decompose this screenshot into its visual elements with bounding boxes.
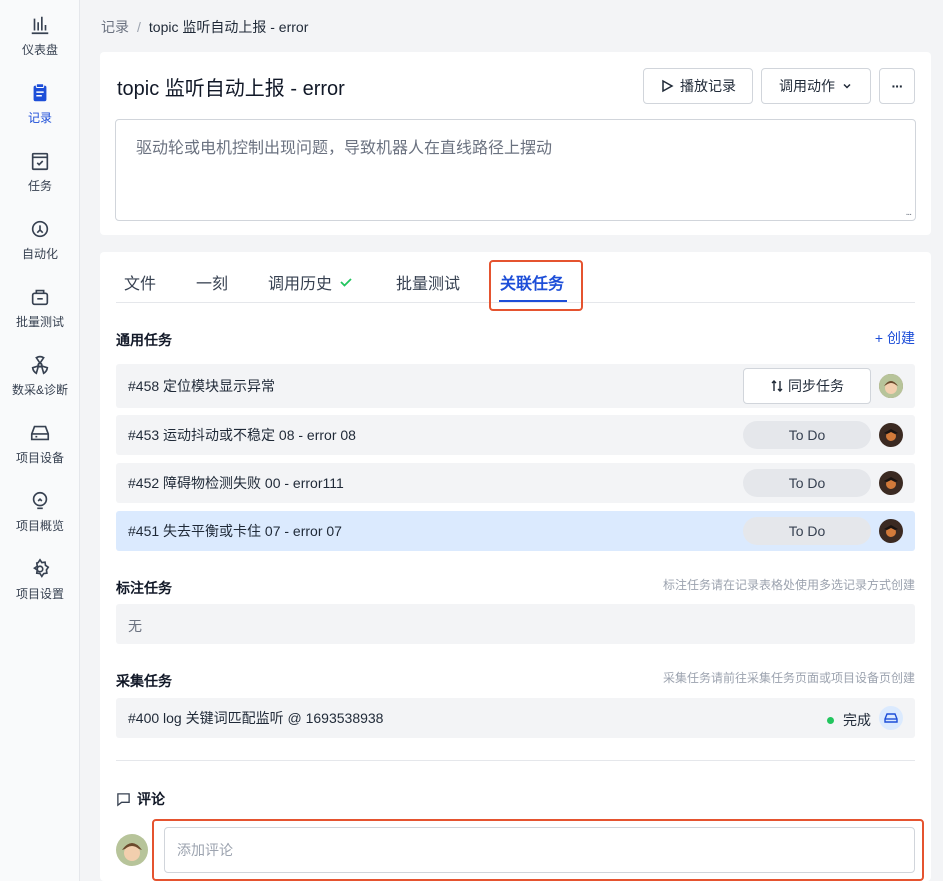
call-action-label: 调用动作 [779, 78, 835, 94]
sidebar-item-automation[interactable]: 自动化 [0, 218, 80, 278]
breadcrumb-current: topic 监听自动上报 - error [148, 19, 309, 35]
check-icon [340, 278, 352, 287]
task-check-icon [31, 152, 49, 171]
sidebar-item-data-diagnosis[interactable]: 数采&诊断 [0, 354, 80, 414]
sync-task-label: 同步任务 [788, 378, 844, 394]
status-done-label: 完成 [843, 712, 871, 728]
call-action-dropdown[interactable]: 调用动作 [761, 68, 871, 104]
description-text: 驱动轮或电机控制出现问题，导致机器人在直线路径上摆动 [136, 140, 553, 157]
play-icon [662, 79, 674, 93]
status-done: 完成 [827, 710, 871, 730]
comment-input[interactable] [164, 827, 915, 873]
sidebar-item-label: 批量测试 [15, 315, 64, 329]
annotation-tasks-note: 标注任务请在记录表格处使用多选记录方式创建 [662, 578, 915, 592]
breadcrumb: 记录 / topic 监听自动上报 - error [101, 17, 308, 37]
chart-bar-icon [31, 16, 49, 35]
sidebar-item-label: 仪表盘 [21, 43, 58, 57]
task-row[interactable]: #458 定位模块显示异常 同步任务 [116, 364, 915, 408]
sidebar-item-settings[interactable]: 项目设置 [0, 558, 80, 618]
status-badge[interactable]: To Do [743, 421, 871, 449]
collection-tasks-note: 采集任务请前往采集任务页面或项目设备页创建 [662, 671, 915, 685]
breadcrumb-separator: / [137, 19, 141, 35]
sidebar-item-tasks[interactable]: 任务 [0, 150, 80, 210]
more-icon: ··· [891, 78, 904, 94]
play-record-label: 播放记录 [680, 78, 736, 94]
sidebar-item-label: 自动化 [21, 247, 58, 261]
device-badge-icon [879, 706, 903, 730]
tab-files[interactable]: 文件 [124, 270, 156, 294]
comments-title-label: 评论 [137, 791, 165, 807]
tab-call-history-label: 调用历史 [268, 276, 333, 293]
page-title: topic 监听自动上报 - error [117, 78, 345, 100]
status-badge[interactable]: To Do [743, 469, 871, 497]
comments-title: 评论 [116, 789, 165, 809]
sync-arrows-icon [771, 380, 783, 392]
more-button[interactable]: ··· [879, 68, 915, 104]
sidebar: 仪表盘 记录 任务 自动化 批量测试 数采&诊断 项目设备 项目概览 项目设置 [0, 0, 80, 881]
assignee-avatar [879, 423, 903, 447]
batch-test-icon [31, 289, 49, 306]
sidebar-item-label: 项目概览 [15, 519, 64, 533]
task-title: #451 失去平衡或卡住 07 - error 07 [128, 523, 342, 539]
status-badge[interactable]: To Do [743, 517, 871, 545]
tab-call-history[interactable]: 调用历史 [268, 270, 353, 294]
task-title: #453 运动抖动或不稳定 08 - error 08 [128, 427, 356, 443]
sidebar-item-batch-test[interactable]: 批量测试 [0, 286, 80, 346]
breadcrumb-parent[interactable]: 记录 [101, 19, 129, 35]
annotation-tasks-empty: 无 [116, 604, 915, 644]
tab-batch-test[interactable]: 批量测试 [396, 270, 460, 294]
sync-task-button[interactable]: 同步任务 [743, 368, 871, 404]
sidebar-item-dashboard[interactable]: 仪表盘 [0, 14, 80, 74]
current-user-avatar [116, 834, 148, 866]
description-field[interactable]: 驱动轮或电机控制出现问题，导致机器人在直线路径上摆动 ... [115, 119, 916, 221]
task-row-selected[interactable]: #451 失去平衡或卡住 07 - error 07 To Do [116, 511, 915, 551]
task-title: #458 定位模块显示异常 [128, 378, 276, 394]
device-icon [30, 425, 50, 441]
record-header-card: topic 监听自动上报 - error 播放记录 调用动作 ··· 驱动轮或电… [100, 52, 931, 235]
sidebar-item-records[interactable]: 记录 [0, 82, 80, 142]
tab-highlight-box [489, 260, 583, 311]
task-title: #400 log 关键词匹配监听 @ 1693538938 [128, 710, 384, 726]
sidebar-item-devices[interactable]: 项目设备 [0, 422, 80, 482]
radiation-icon [31, 355, 49, 375]
create-task-link[interactable]: + 创建 [875, 328, 915, 348]
sidebar-item-label: 记录 [27, 111, 52, 125]
play-record-button[interactable]: 播放记录 [643, 68, 753, 104]
chevron-down-icon [843, 83, 851, 89]
task-row[interactable]: #453 运动抖动或不稳定 08 - error 08 To Do [116, 415, 915, 455]
sidebar-item-label: 任务 [27, 179, 52, 193]
assignee-avatar [879, 374, 903, 398]
annotation-tasks-title: 标注任务 [116, 580, 172, 596]
record-doc-icon [33, 83, 47, 102]
assignee-avatar [879, 471, 903, 495]
comment-icon [117, 792, 130, 806]
collection-tasks-title: 采集任务 [116, 673, 172, 689]
collection-task-row[interactable]: #400 log 关键词匹配监听 @ 1693538938 完成 [116, 698, 915, 738]
task-row[interactable]: #452 障碍物检测失败 00 - error111 To Do [116, 463, 915, 503]
tab-moment[interactable]: 一刻 [196, 270, 228, 294]
general-tasks-title: 通用任务 [116, 332, 172, 348]
task-title: #452 障碍物检测失败 00 - error111 [128, 475, 344, 491]
automation-icon [31, 220, 49, 238]
status-dot [827, 716, 834, 724]
gear-icon [33, 558, 50, 578]
sidebar-item-overview[interactable]: 项目概览 [0, 490, 80, 550]
overview-bulb-icon [32, 491, 48, 510]
section-divider [116, 760, 915, 761]
resize-handle[interactable]: ... [906, 207, 912, 218]
assignee-avatar [879, 519, 903, 543]
sidebar-item-label: 数采&诊断 [11, 383, 68, 397]
record-detail-card: 文件 一刻 调用历史 批量测试 关联任务 通用任务 + 创建 #458 定位模块… [100, 252, 931, 881]
sidebar-item-label: 项目设备 [15, 451, 64, 465]
sidebar-item-label: 项目设置 [15, 587, 64, 601]
